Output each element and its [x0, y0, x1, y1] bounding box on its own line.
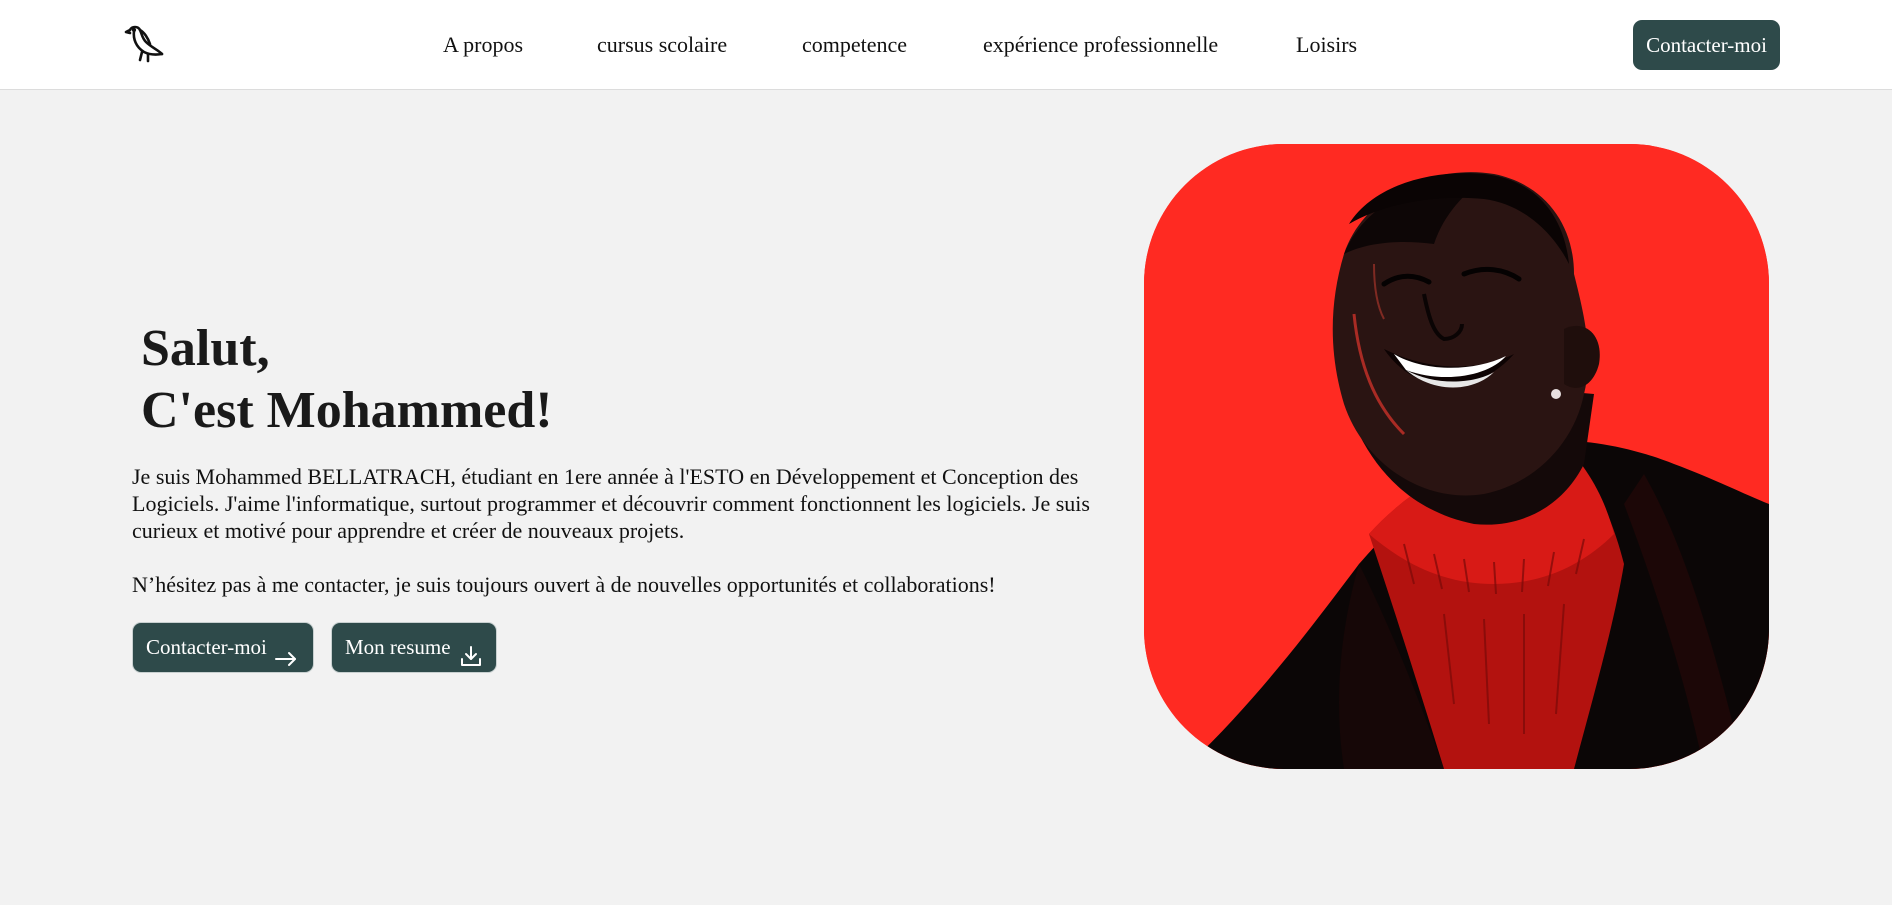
hero-intro-paragraph: Je suis Mohammed BELLATRACH, étudiant en…: [132, 464, 1090, 543]
download-icon: [460, 636, 482, 666]
resume-button[interactable]: Mon resume: [332, 623, 496, 672]
hero-heading-line-2: C'est Mohammed!: [141, 382, 553, 439]
main-navigation: A propos cursus scolaire competence expé…: [0, 0, 1892, 90]
nav-link-cursus-scolaire[interactable]: cursus scolaire: [597, 30, 727, 60]
nav-link-loisirs[interactable]: Loisirs: [1296, 30, 1357, 60]
portrait-illustration: [1144, 144, 1769, 769]
top-navbar: A propos cursus scolaire competence expé…: [0, 0, 1892, 90]
hero-description: Je suis Mohammed BELLATRACH, étudiant en…: [132, 463, 1132, 598]
resume-button-label: Mon resume: [345, 635, 451, 659]
nav-link-experience-professionnelle[interactable]: expérience professionnelle: [983, 30, 1218, 60]
nav-link-competence[interactable]: competence: [802, 30, 907, 60]
contact-button-label: Contacter-moi: [146, 635, 267, 659]
hero-invite-paragraph: N’hésitez pas à me contacter, je suis to…: [132, 572, 996, 597]
hero-heading: Salut, C'est Mohammed!: [141, 318, 553, 442]
arrow-right-icon: [275, 638, 297, 666]
hero-heading-line-1: Salut,: [141, 320, 270, 377]
nav-contact-button[interactable]: Contacter-moi: [1633, 20, 1780, 70]
contact-button[interactable]: Contacter-moi: [133, 623, 313, 672]
nav-link-a-propos[interactable]: A propos: [443, 30, 523, 60]
